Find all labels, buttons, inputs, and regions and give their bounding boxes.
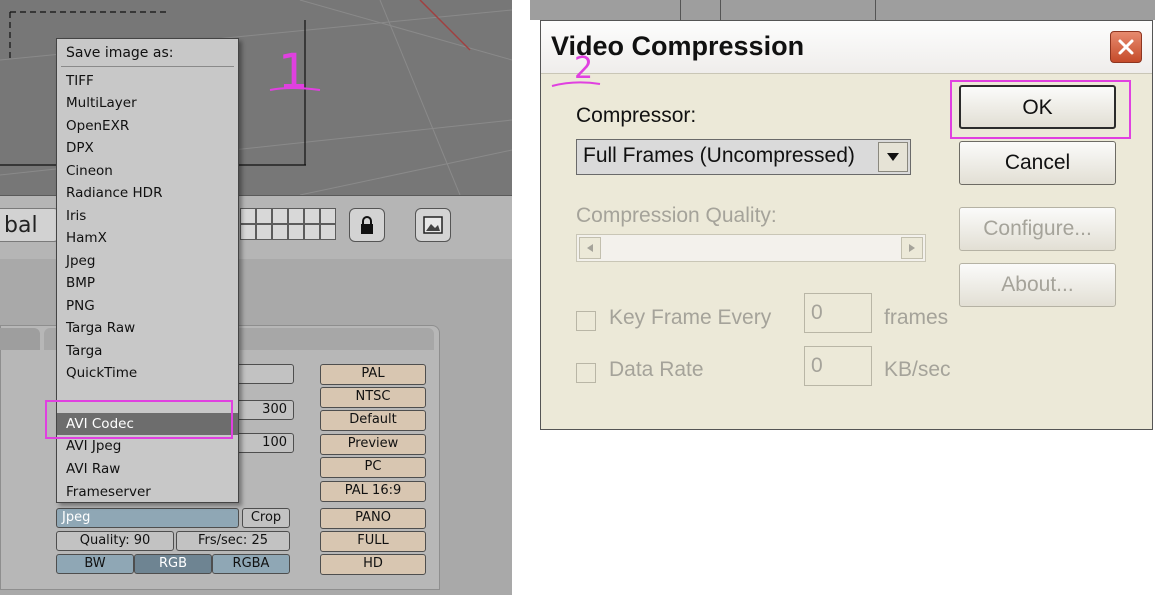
menu-item-targa[interactable]: Targa xyxy=(57,340,238,362)
menu-item-jpeg[interactable]: Jpeg xyxy=(57,250,238,272)
configure-button[interactable]: Configure... xyxy=(959,207,1116,251)
blender-window: bal 300 100 Jpeg Crop Quality: 90 Frs/se… xyxy=(0,0,512,595)
menu-item-frameserver[interactable]: Frameserver xyxy=(57,481,238,503)
dialog-title: Video Compression xyxy=(551,31,805,61)
preset-default[interactable]: Default xyxy=(320,410,426,431)
dialog-backdrop: Video Compression Compressor: Full Frame… xyxy=(530,0,1155,430)
arrow-left-icon xyxy=(587,244,593,252)
keyframe-field[interactable]: 0 xyxy=(804,293,872,333)
layer-grid[interactable] xyxy=(240,208,336,240)
chevron-down-icon xyxy=(887,153,899,161)
preset-ntsc[interactable]: NTSC xyxy=(320,387,426,408)
image-icon xyxy=(423,216,443,234)
cancel-button[interactable]: Cancel xyxy=(959,141,1116,185)
menu-item-dpx[interactable]: DPX xyxy=(57,137,238,159)
menu-title: Save image as: xyxy=(66,45,174,61)
format-select[interactable]: Jpeg xyxy=(56,508,239,528)
video-compression-dialog: Video Compression Compressor: Full Frame… xyxy=(540,20,1153,430)
lock-icon xyxy=(361,216,373,234)
slider-right-button[interactable] xyxy=(901,237,923,259)
panel-tab[interactable] xyxy=(0,328,40,350)
lock-button[interactable] xyxy=(349,208,385,242)
menu-item-avi-raw[interactable]: AVI Raw xyxy=(57,458,238,480)
close-icon xyxy=(1118,39,1134,55)
menu-item-avi-codec[interactable]: AVI Codec xyxy=(57,413,238,435)
menu-item-cineon[interactable]: Cineon xyxy=(57,160,238,182)
menu-item-hamx[interactable]: HamX xyxy=(57,227,238,249)
compressor-label: Compressor: xyxy=(576,104,697,127)
crop-toggle[interactable]: Crop xyxy=(242,508,290,528)
save-image-as-menu: Save image as: TIFF MultiLayer OpenEXR D… xyxy=(56,38,239,503)
preset-preview[interactable]: Preview xyxy=(320,434,426,455)
preset-full[interactable]: FULL xyxy=(320,531,426,552)
compression-quality-label: Compression Quality: xyxy=(576,204,777,227)
arrow-right-icon xyxy=(909,244,915,252)
preset-pano[interactable]: PANO xyxy=(320,508,426,529)
keyframe-unit: frames xyxy=(884,306,949,329)
menu-item-iris[interactable]: Iris xyxy=(57,205,238,227)
resolution-x-field[interactable]: 300 xyxy=(232,400,294,420)
datarate-unit: KB/sec xyxy=(884,358,951,381)
preset-pal-16-9[interactable]: PAL 16:9 xyxy=(320,481,426,502)
preset-pc[interactable]: PC xyxy=(320,457,426,478)
menu-item-targa-raw[interactable]: Targa Raw xyxy=(57,317,238,339)
keyframe-label: Key Frame Every xyxy=(609,306,772,329)
menu-item-quicktime[interactable]: QuickTime xyxy=(57,362,238,384)
color-mode-rgba[interactable]: RGBA xyxy=(212,554,290,574)
compressor-select[interactable]: Full Frames (Uncompressed) xyxy=(576,139,911,175)
quality-field[interactable]: Quality: 90 xyxy=(56,531,174,551)
menu-item-openexr[interactable]: OpenEXR xyxy=(57,115,238,137)
fps-field[interactable]: Frs/sec: 25 xyxy=(176,531,290,551)
slider-left-button[interactable] xyxy=(579,237,601,259)
resolution-y-field[interactable]: 100 xyxy=(232,433,294,453)
datarate-checkbox[interactable] xyxy=(576,363,596,383)
background-window-strip xyxy=(530,0,1155,20)
menu-item-bmp[interactable]: BMP xyxy=(57,272,238,294)
compression-quality-slider[interactable] xyxy=(576,234,926,262)
menu-item-multilayer[interactable]: MultiLayer xyxy=(57,92,238,114)
render-preset-label[interactable]: bal xyxy=(0,208,60,242)
compressor-dropdown-button[interactable] xyxy=(878,142,908,172)
color-mode-rgb[interactable]: RGB xyxy=(134,554,212,574)
about-button[interactable]: About... xyxy=(959,263,1116,307)
compressor-value: Full Frames (Uncompressed) xyxy=(583,144,855,167)
close-button[interactable] xyxy=(1110,31,1142,63)
keyframe-checkbox[interactable] xyxy=(576,311,596,331)
datarate-field[interactable]: 0 xyxy=(804,346,872,386)
preset-pal[interactable]: PAL xyxy=(320,364,426,385)
menu-item-png[interactable]: PNG xyxy=(57,295,238,317)
menu-separator xyxy=(61,66,234,67)
menu-item-tiff[interactable]: TIFF xyxy=(57,70,238,92)
menu-item-avi-jpeg[interactable]: AVI Jpeg xyxy=(57,435,238,457)
image-button[interactable] xyxy=(415,208,451,242)
preset-hd[interactable]: HD xyxy=(320,554,426,575)
color-mode-bw[interactable]: BW xyxy=(56,554,134,574)
size-field[interactable] xyxy=(230,364,294,384)
datarate-label: Data Rate xyxy=(609,358,704,381)
menu-item-radiance-hdr[interactable]: Radiance HDR xyxy=(57,182,238,204)
ok-button[interactable]: OK xyxy=(959,85,1116,129)
dialog-titlebar: Video Compression xyxy=(541,21,1152,74)
